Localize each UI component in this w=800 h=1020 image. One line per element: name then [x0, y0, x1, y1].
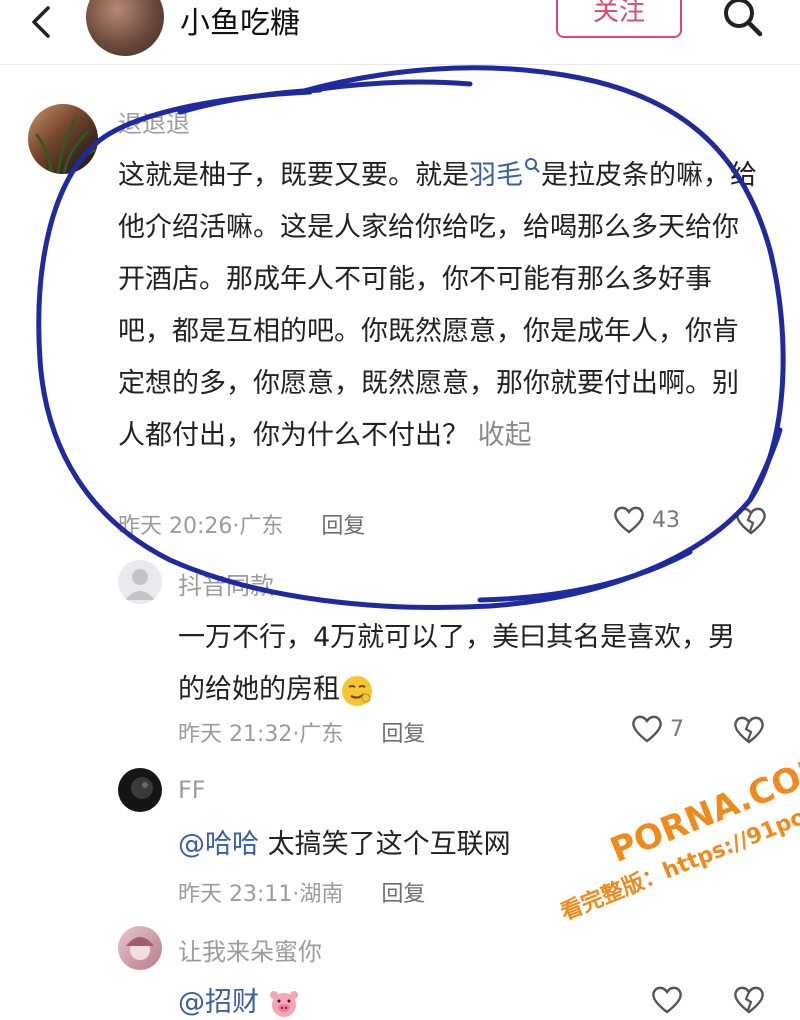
- comment-text: 一万不行，4万就可以了，美曰其名是喜欢，男的给她的房租: [178, 612, 738, 716]
- comment-text: @招财: [178, 980, 300, 1019]
- comment-meta: 昨天 23:11·湖南 回复: [178, 876, 425, 908]
- header-divider: [0, 64, 800, 65]
- comment-text-part: 这就是柚子，既要又要。就是: [118, 160, 469, 191]
- commenter-avatar[interactable]: [118, 926, 162, 970]
- comment-text-part: 太搞笑了这个互联网: [267, 829, 511, 860]
- search-keyword-link[interactable]: 羽毛: [469, 160, 523, 191]
- heart-icon: [632, 715, 662, 743]
- comment-time: 昨天 20:26·广东: [118, 514, 284, 539]
- like-count: 43: [652, 507, 680, 533]
- reply-button[interactable]: 回复: [321, 508, 365, 540]
- commenter-avatar[interactable]: [118, 560, 162, 604]
- comment-time: 昨天 21:32·广东: [178, 722, 344, 747]
- dislike-button[interactable]: [732, 984, 766, 1020]
- follow-button[interactable]: 关注: [556, 0, 682, 38]
- dislike-button[interactable]: [734, 505, 768, 541]
- broken-heart-icon: [736, 507, 766, 535]
- pig-emoji-icon: [268, 987, 300, 1018]
- author-name[interactable]: 小鱼吃糖: [180, 0, 300, 42]
- reply-button[interactable]: 回复: [381, 716, 425, 748]
- like-count: 7: [670, 716, 684, 742]
- reply-button[interactable]: 回复: [381, 876, 425, 908]
- comment-meta: 昨天 20:26·广东 回复: [118, 508, 365, 540]
- keyword-search-icon[interactable]: [523, 158, 541, 191]
- broken-heart-icon: [734, 986, 764, 1014]
- mention-link[interactable]: @招财: [178, 987, 259, 1018]
- commenter-name[interactable]: FF: [178, 776, 206, 804]
- mention-link[interactable]: @哈哈: [178, 829, 259, 860]
- smirk-emoji-icon: [340, 674, 374, 706]
- back-icon[interactable]: [22, 2, 62, 42]
- comment-meta: 昨天 21:32·广东 回复: [178, 716, 425, 748]
- comment-text: @哈哈 太搞笑了这个互联网: [178, 822, 511, 861]
- commenter-avatar[interactable]: [28, 104, 98, 174]
- like-button[interactable]: 43: [612, 504, 680, 536]
- search-icon[interactable]: [718, 0, 768, 44]
- commenter-name[interactable]: 让我来朵蜜你: [178, 932, 322, 967]
- comment-time: 昨天 23:11·湖南: [178, 882, 344, 907]
- collapse-link[interactable]: 收起: [478, 420, 532, 451]
- commenter-name[interactable]: 抖音同款: [178, 566, 274, 601]
- like-button[interactable]: [650, 984, 684, 1020]
- heart-icon: [614, 506, 644, 534]
- like-button[interactable]: 7: [630, 713, 684, 745]
- heart-icon: [652, 986, 682, 1014]
- comment-text-part: 一万不行，4万就可以了，美曰其名是喜欢，男的给她的房租: [178, 622, 736, 705]
- commenter-avatar[interactable]: [118, 768, 162, 812]
- dislike-button[interactable]: [732, 714, 766, 750]
- comment-text: 这就是柚子，既要又要。就是羽毛 是拉皮条的嘛，给他介绍活嘛。这是人家给你给吃，给喝…: [118, 150, 758, 462]
- commenter-name[interactable]: 退退退: [118, 104, 190, 139]
- comment-text-part: 是拉皮条的嘛，给他介绍活嘛。这是人家给你给吃，给喝那么多天给你开酒店。那成年人不…: [118, 160, 757, 451]
- broken-heart-icon: [734, 716, 764, 744]
